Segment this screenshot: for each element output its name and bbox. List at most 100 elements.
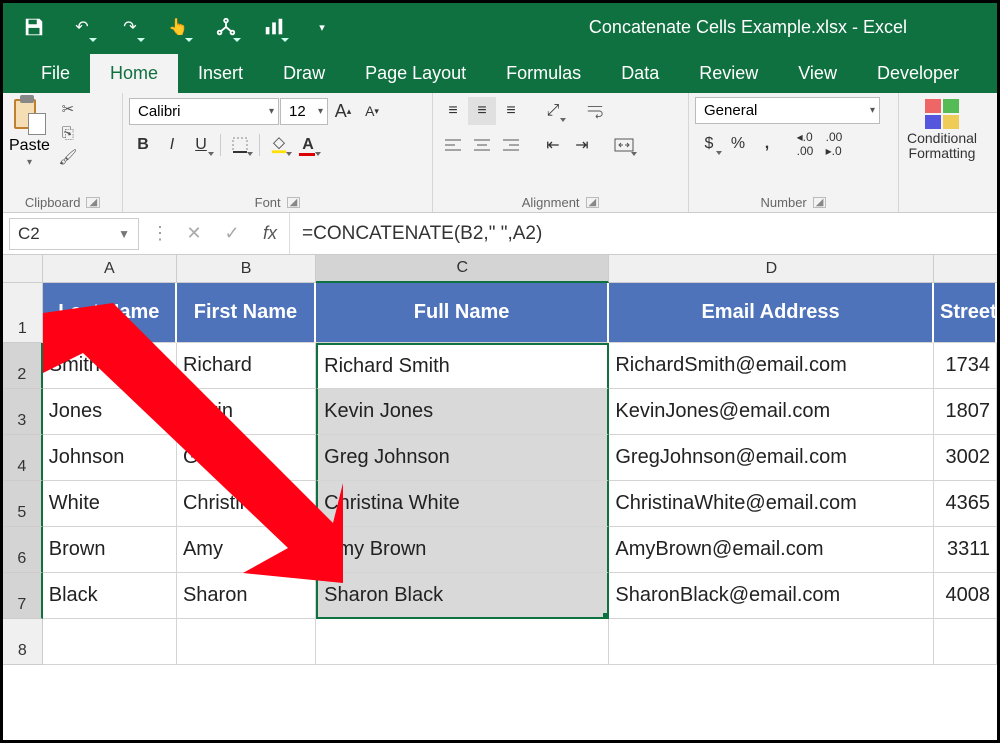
tab-home[interactable]: Home [90,54,178,93]
cell[interactable]: 1734 [934,343,997,389]
formula-input[interactable]: =CONCATENATE(B2," ",A2) [289,213,997,254]
touch-mode-icon[interactable]: 👆 [161,10,195,44]
formula-bar-expand-icon[interactable]: ⋮ [151,223,169,244]
cell[interactable]: RichardSmith@email.com [609,343,934,389]
italic-button[interactable]: I [158,131,186,159]
cell[interactable]: Richard [177,343,316,389]
font-dialog-launcher[interactable]: ◢ [287,197,301,208]
tab-review[interactable]: Review [679,54,778,93]
underline-button[interactable]: U [187,131,215,159]
align-center-icon[interactable] [468,131,496,159]
number-format-combo[interactable]: General▾ [695,97,880,124]
cell[interactable] [316,619,609,665]
cell[interactable]: Christina [177,481,316,527]
cell[interactable]: 3311 [934,527,997,573]
font-color-icon[interactable]: A [294,131,322,159]
clipboard-dialog-launcher[interactable]: ◢ [86,197,100,208]
tab-formulas[interactable]: Formulas [486,54,601,93]
paste-button[interactable]: Paste ▾ [9,97,50,168]
chart-icon[interactable] [257,10,291,44]
number-dialog-launcher[interactable]: ◢ [813,197,827,208]
align-right-icon[interactable] [497,131,525,159]
fill-color-icon[interactable] [265,131,293,159]
relationships-icon[interactable] [209,10,243,44]
align-bottom-icon[interactable]: ≡ [497,97,525,125]
cell[interactable] [934,619,997,665]
wrap-text-icon[interactable] [581,97,609,125]
tab-page-layout[interactable]: Page Layout [345,54,486,93]
cell[interactable]: Kevin [177,389,316,435]
row-header[interactable]: 7 [3,573,43,619]
cell[interactable]: AmyBrown@email.com [609,527,934,573]
decrease-indent-icon[interactable]: ⇤ [539,131,567,159]
format-painter-icon[interactable]: 🖌 [56,145,80,169]
col-header-C[interactable]: C [316,255,609,283]
cell[interactable]: GregJohnson@email.com [609,435,934,481]
redo-icon[interactable]: ↷ [113,10,147,44]
cell[interactable]: 4008 [934,573,997,619]
cell[interactable]: Sharon Black⎙▾ [316,573,609,619]
cell[interactable]: Jones [43,389,177,435]
tab-view[interactable]: View [778,54,857,93]
header-email[interactable]: Email Address [609,283,934,343]
row-header[interactable]: 5 [3,481,43,527]
fill-handle[interactable] [603,613,609,619]
cell[interactable] [177,619,316,665]
row-header-1[interactable]: 1 [3,283,43,343]
orientation-icon[interactable]: ⤢ [539,97,567,125]
name-box[interactable]: C2▼ [9,218,139,250]
cell[interactable]: White [43,481,177,527]
cell[interactable]: 3002 [934,435,997,481]
header-full-name[interactable]: Full Name [316,283,609,343]
cell[interactable]: ChristinaWhite@email.com [609,481,934,527]
cell[interactable]: Amy Brown [316,527,609,573]
cell[interactable]: 1807 [934,389,997,435]
col-header-A[interactable]: A [43,255,177,283]
row-header[interactable]: 2 [3,343,43,389]
cell[interactable]: Johnson [43,435,177,481]
row-header-8[interactable]: 8 [3,619,43,665]
tab-draw[interactable]: Draw [263,54,345,93]
align-middle-icon[interactable]: ≡ [468,97,496,125]
cell[interactable]: KevinJones@email.com [609,389,934,435]
cell[interactable] [43,619,177,665]
comma-style-icon[interactable]: , [753,130,781,158]
cell[interactable]: Sharon [177,573,316,619]
font-size-combo[interactable]: 12▾ [280,98,328,125]
select-all-corner[interactable] [3,255,43,283]
save-icon[interactable] [17,10,51,44]
col-header-B[interactable]: B [177,255,316,283]
undo-icon[interactable]: ↶ [65,10,99,44]
col-header-E[interactable] [934,255,997,283]
cut-icon[interactable]: ✂ [56,97,80,121]
cell[interactable]: Greg [177,435,316,481]
borders-icon[interactable] [226,131,254,159]
cell[interactable]: Greg Johnson [316,435,609,481]
cell[interactable]: Brown [43,527,177,573]
cell[interactable]: SharonBlack@email.com [609,573,934,619]
col-header-D[interactable]: D [609,255,934,283]
shrink-font-icon[interactable]: A▾ [358,97,386,125]
copy-icon[interactable]: ⎘ [56,121,80,145]
insert-function-icon[interactable]: fx [251,218,289,250]
header-last-name[interactable]: Last Name [43,283,177,343]
cancel-formula-icon[interactable]: ✕ [175,218,213,250]
row-header[interactable]: 6 [3,527,43,573]
cell[interactable]: Kevin Jones [316,389,609,435]
cell[interactable]: Amy [177,527,316,573]
grow-font-icon[interactable]: A▴ [329,97,357,125]
cell[interactable]: Smith [43,343,177,389]
currency-icon[interactable]: $ [695,130,723,158]
bold-button[interactable]: B [129,131,157,159]
header-street[interactable]: Street Address [934,283,997,343]
tab-file[interactable]: File [21,54,90,93]
alignment-dialog-launcher[interactable]: ◢ [586,197,600,208]
decrease-decimal-icon[interactable]: .00▸.0 [820,130,848,158]
tab-developer[interactable]: Developer [857,54,979,93]
merge-center-icon[interactable] [610,131,638,159]
cell[interactable]: Black [43,573,177,619]
increase-indent-icon[interactable]: ⇥ [568,131,596,159]
cell[interactable] [609,619,934,665]
row-header[interactable]: 3 [3,389,43,435]
enter-formula-icon[interactable]: ✓ [213,218,251,250]
